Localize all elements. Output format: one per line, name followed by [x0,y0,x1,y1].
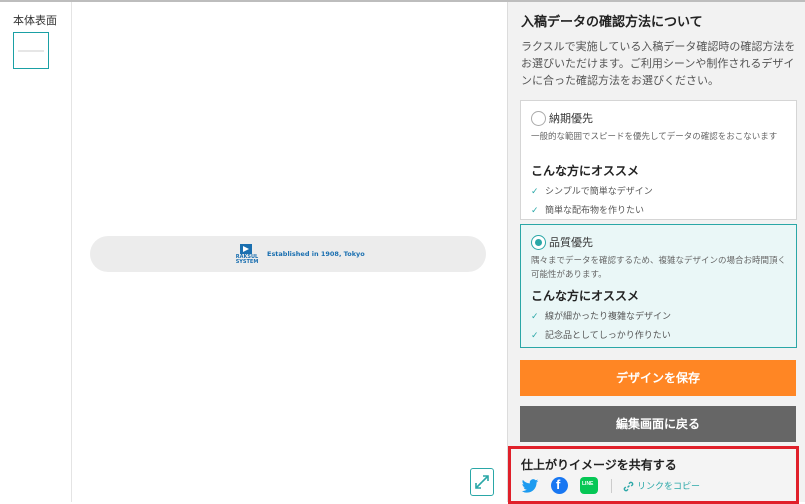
confirmation-method-panel: 入稿データの確認方法について ラクスルで実施している入稿データ確認時の確認方法を… [507,2,805,504]
link-icon [623,481,634,492]
expand-preview-button[interactable] [466,464,494,496]
option-description: 一般的な範囲でスピードを優先してデータの確認をおこないます [531,132,778,142]
recommend-point: ✓ 簡単な配布物を作りたい [531,206,645,216]
thumbnail-preview [18,50,44,52]
thumbnail-label: 本体表面 [13,14,57,27]
facebook-icon[interactable]: f [551,477,568,494]
raksul-logo-icon [240,244,252,254]
recommend-point: ✓ シンプルで簡単なデザイン [531,187,653,197]
recommend-point: ✓ 線が細かったり複雑なデザイン [531,312,672,322]
option-quality-priority[interactable]: 品質優先 隅々までデータを確認するため、複雑なデザインの場合お時間頂く可能性があ… [520,224,797,348]
share-title: 仕上がりイメージを共有する [521,458,677,472]
recommend-heading: こんな方にオススメ [531,289,640,303]
check-icon: ✓ [531,312,539,322]
check-icon: ✓ [531,331,539,341]
share-section: 仕上がりイメージを共有する f LINE リンクをコピー [508,446,799,504]
design-canvas: RAKSUL SYSTEM Established in 1908, Tokyo [72,2,506,502]
design-preview: RAKSUL SYSTEM Established in 1908, Tokyo [90,236,486,272]
logo-text: RAKSUL SYSTEM [235,254,259,265]
radio-button[interactable] [531,111,546,126]
divider [611,479,612,493]
recommend-point: ✓ 記念品としてしっかり作りたい [531,331,671,341]
back-to-editor-button[interactable]: 編集画面に戻る [520,406,796,442]
copy-link-button[interactable]: リンクをコピー [623,479,700,492]
copy-link-label: リンクをコピー [637,482,701,492]
option-description: 隅々までデータを確認するため、複雑なデザインの場合お時間頂く可能性があります。 [531,256,787,280]
recommend-heading: こんな方にオススメ [531,164,640,178]
panel-title: 入稿データの確認方法について [521,15,703,30]
twitter-icon[interactable] [521,477,539,495]
option-delivery-priority[interactable]: 納期優先 一般的な範囲でスピードを優先してデータの確認をおこないます こんな方に… [520,100,797,220]
check-icon: ✓ [531,187,539,197]
radio-button[interactable] [531,235,546,250]
page-thumbnail-column: 本体表面 [0,2,72,502]
expand-icon [475,475,489,489]
option-title: 納期優先 [549,112,593,125]
save-design-button[interactable]: デザインを保存 [520,360,796,396]
panel-description: ラクスルで実施している入稿データ確認時の確認方法をお選びいただけます。ご利用シー… [521,40,796,87]
page-thumbnail-front[interactable] [13,32,49,69]
tagline-text: Established in 1908, Tokyo [267,250,365,258]
check-icon: ✓ [531,206,539,216]
option-title: 品質優先 [549,236,593,249]
line-icon[interactable]: LINE [580,477,598,494]
